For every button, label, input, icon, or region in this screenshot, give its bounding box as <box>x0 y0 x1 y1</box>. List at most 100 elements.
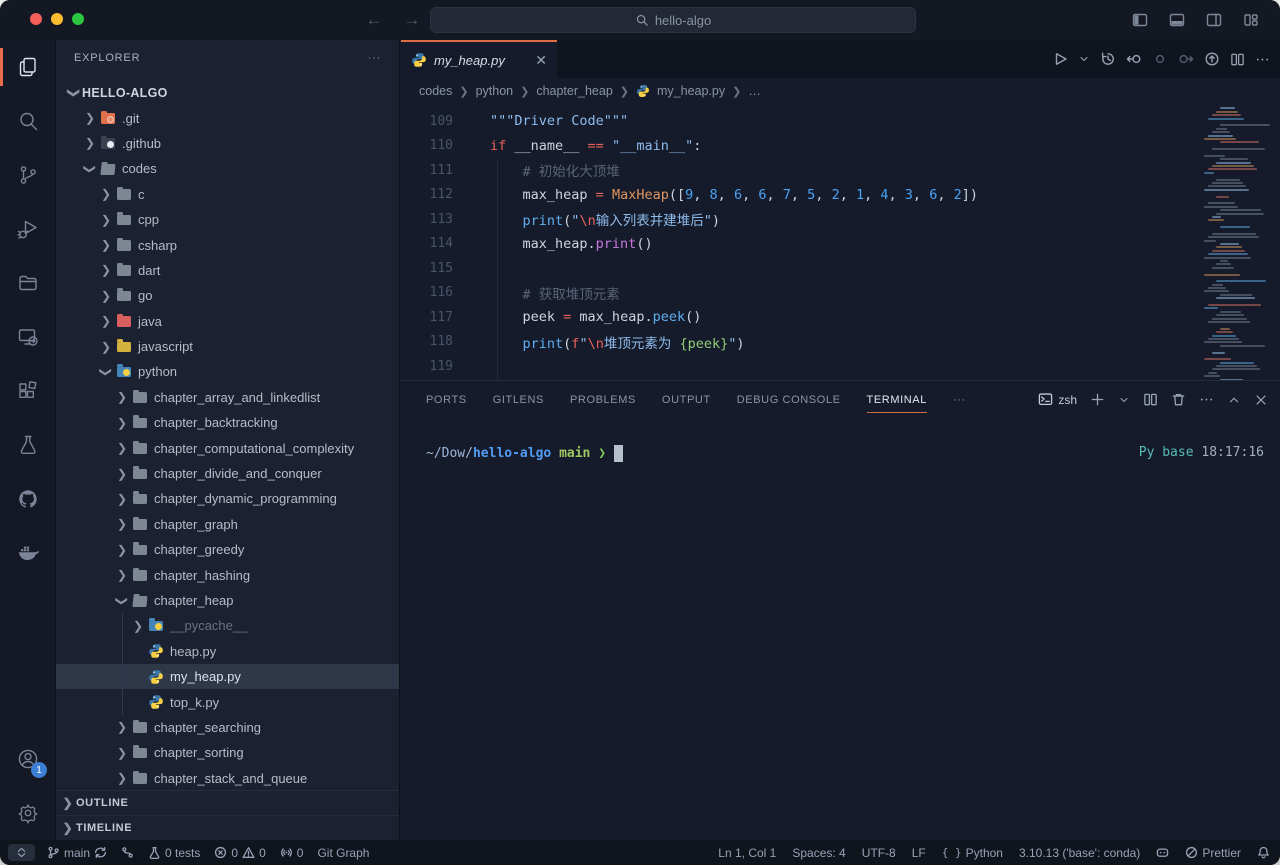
toggle-secondary-sidebar-icon[interactable] <box>1203 9 1225 31</box>
panel-tab-gitlens[interactable]: GITLENS <box>493 381 544 418</box>
tree-item-chapter-computational-complexity[interactable]: ❯chapter_computational_complexity <box>56 435 399 460</box>
run-python-file-icon[interactable] <box>1052 51 1068 67</box>
status-0-tests[interactable]: 0 tests <box>148 846 200 860</box>
panel-tab-ports[interactable]: PORTS <box>426 381 467 418</box>
activity-settings-icon[interactable] <box>0 786 56 840</box>
breadcrumb-item[interactable]: … <box>748 84 761 98</box>
command-center[interactable]: hello-algo <box>430 7 916 33</box>
tree-item-python[interactable]: ❯python <box>56 359 399 384</box>
breadcrumb-item[interactable]: my_heap.py <box>657 84 725 98</box>
tree-item-dart[interactable]: ❯dart <box>56 258 399 283</box>
panel-tab-problems[interactable]: PROBLEMS <box>570 381 636 418</box>
split-terminal-icon[interactable] <box>1143 392 1158 407</box>
activity-testing-icon[interactable] <box>0 418 56 472</box>
close-window-button[interactable] <box>30 13 42 25</box>
status-copilot[interactable] <box>1156 846 1169 859</box>
terminal-instance[interactable]: zsh <box>1038 392 1077 407</box>
activity-remote-explorer-icon[interactable] <box>0 256 56 310</box>
activity-source-control-icon[interactable] <box>0 148 56 202</box>
tree-item-chapter-graph[interactable]: ❯chapter_graph <box>56 512 399 537</box>
toggle-primary-sidebar-icon[interactable] <box>1129 9 1151 31</box>
status-python[interactable]: { }Python <box>942 846 1003 860</box>
toggle-panel-icon[interactable] <box>1166 9 1188 31</box>
explorer-more-actions-icon[interactable]: ··· <box>368 52 381 64</box>
new-terminal-icon[interactable] <box>1090 392 1105 407</box>
more-actions-icon[interactable] <box>1255 52 1270 67</box>
tree-item-chapter-hashing[interactable]: ❯chapter_hashing <box>56 562 399 587</box>
tree-root-hello-algo[interactable]: ❯HELLO-ALGO <box>56 80 399 105</box>
tree-item--git[interactable]: ❯.git <box>56 105 399 130</box>
tree-item-chapter-backtracking[interactable]: ❯chapter_backtracking <box>56 410 399 435</box>
tree-item-codes[interactable]: ❯codes <box>56 156 399 181</box>
status-spaces-4[interactable]: Spaces: 4 <box>792 846 845 860</box>
section-outline[interactable]: ❯OUTLINE <box>56 790 399 815</box>
tree-item-my-heap-py[interactable]: my_heap.py <box>56 664 399 689</box>
status-0[interactable]: 00 <box>214 846 265 860</box>
status-bell[interactable] <box>1257 846 1270 859</box>
tree-item--github[interactable]: ❯.github <box>56 131 399 156</box>
maximize-panel-icon[interactable] <box>1227 393 1241 407</box>
panel-more-tabs-icon[interactable]: ··· <box>953 381 966 418</box>
status-prettier[interactable]: Prettier <box>1185 846 1241 860</box>
tree-item-chapter-searching[interactable]: ❯chapter_searching <box>56 715 399 740</box>
status-commit-graph[interactable] <box>121 846 134 859</box>
status-main[interactable]: main <box>47 846 107 860</box>
tree-item-chapter-stack-and-queue[interactable]: ❯chapter_stack_and_queue <box>56 766 399 791</box>
tree-item-chapter-sorting[interactable]: ❯chapter_sorting <box>56 740 399 765</box>
status-3-10-13-base-conda-[interactable]: 3.10.13 ('base': conda) <box>1019 846 1140 860</box>
status-utf-8[interactable]: UTF-8 <box>862 846 896 860</box>
activity-extensions-icon[interactable] <box>0 364 56 418</box>
status-git-graph[interactable]: Git Graph <box>317 846 369 860</box>
run-dropdown-icon[interactable] <box>1078 53 1090 65</box>
terminal-content[interactable]: ~/Dow/hello-algo main ❯ Py base 18:17:16 <box>401 418 1280 840</box>
open-changes-icon[interactable] <box>1204 51 1220 67</box>
activity-accounts-icon[interactable]: 1 <box>0 732 56 786</box>
tree-item-top-k-py[interactable]: top_k.py <box>56 689 399 714</box>
tree-item-csharp[interactable]: ❯csharp <box>56 232 399 257</box>
split-editor-icon[interactable] <box>1230 52 1245 67</box>
terminal-dropdown-icon[interactable] <box>1118 394 1130 406</box>
status-0[interactable]: 0 <box>280 846 304 860</box>
panel-tab-debug-console[interactable]: DEBUG CONSOLE <box>737 381 841 418</box>
close-panel-icon[interactable] <box>1254 393 1268 407</box>
status-ln-1-col-1[interactable]: Ln 1, Col 1 <box>718 846 776 860</box>
breadcrumb-item[interactable]: codes <box>419 84 452 98</box>
panel-tab-output[interactable]: OUTPUT <box>662 381 711 418</box>
tree-item--pycache-[interactable]: ❯__pycache__ <box>56 613 399 638</box>
tree-item-go[interactable]: ❯go <box>56 283 399 308</box>
tree-item-chapter-heap[interactable]: ❯chapter_heap <box>56 588 399 613</box>
panel-tab-terminal[interactable]: TERMINAL <box>867 381 927 418</box>
activity-search-icon[interactable] <box>0 94 56 148</box>
tree-item-javascript[interactable]: ❯javascript <box>56 334 399 359</box>
status-lf[interactable]: LF <box>912 846 926 860</box>
remote-indicator[interactable] <box>8 844 35 861</box>
close-tab-icon[interactable]: ✕ <box>535 52 547 69</box>
kill-terminal-icon[interactable] <box>1171 392 1186 407</box>
customize-layout-icon[interactable] <box>1240 9 1262 31</box>
tree-item-cpp[interactable]: ❯cpp <box>56 207 399 232</box>
tree-item-chapter-array-and-linkedlist[interactable]: ❯chapter_array_and_linkedlist <box>56 385 399 410</box>
activity-run-debug-icon[interactable] <box>0 202 56 256</box>
activity-remote-tunnels-icon[interactable] <box>0 310 56 364</box>
activity-docker-icon[interactable] <box>0 526 56 580</box>
tree-item-c[interactable]: ❯c <box>56 182 399 207</box>
nav-forward-icon[interactable]: → <box>400 8 424 32</box>
tree-item-chapter-dynamic-programming[interactable]: ❯chapter_dynamic_programming <box>56 486 399 511</box>
editor-code[interactable]: 109"""Driver Code"""110if __name__ == "_… <box>401 104 1200 380</box>
breadcrumb-item[interactable]: python <box>476 84 514 98</box>
file-history-icon[interactable] <box>1100 51 1116 67</box>
tree-item-chapter-greedy[interactable]: ❯chapter_greedy <box>56 537 399 562</box>
zoom-window-button[interactable] <box>72 13 84 25</box>
nav-back-icon[interactable]: ← <box>362 8 386 32</box>
section-timeline[interactable]: ❯TIMELINE <box>56 815 399 840</box>
tree-item-java[interactable]: ❯java <box>56 309 399 334</box>
minimize-window-button[interactable] <box>51 13 63 25</box>
activity-github-icon[interactable] <box>0 472 56 526</box>
tab-my-heap-py[interactable]: my_heap.py ✕ <box>401 40 557 78</box>
minimap[interactable] <box>1204 104 1276 380</box>
activity-explorer-icon[interactable] <box>0 40 56 94</box>
tree-item-heap-py[interactable]: heap.py <box>56 639 399 664</box>
panel-more-actions-icon[interactable] <box>1199 392 1214 407</box>
breadcrumb-item[interactable]: chapter_heap <box>536 84 612 98</box>
previous-change-icon[interactable] <box>1126 51 1142 67</box>
